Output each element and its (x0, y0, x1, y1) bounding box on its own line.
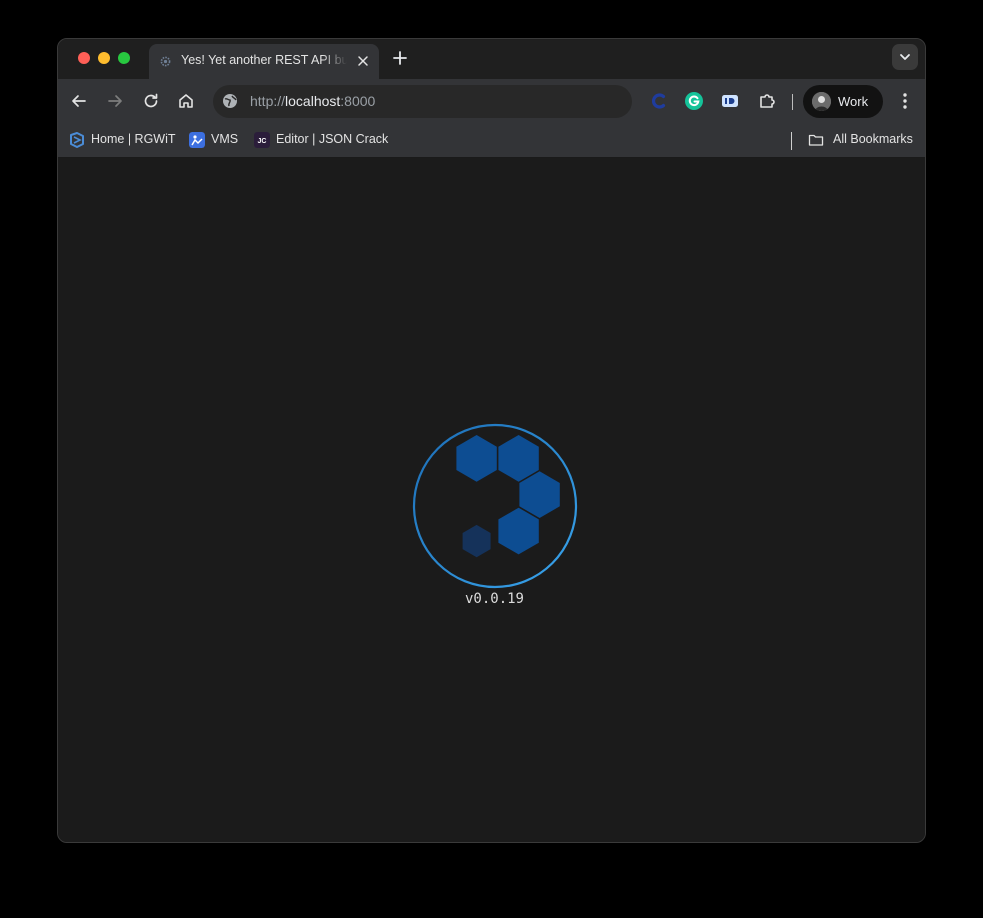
toolbar: http://localhost:8000 Work (58, 79, 925, 123)
id-extension-icon[interactable] (719, 90, 741, 112)
grammarly-icon[interactable] (683, 90, 705, 112)
bookmark-json-crack[interactable]: JC Editor | JSON Crack (254, 131, 394, 149)
browser-window: Yes! Yet another REST API builder (57, 38, 926, 843)
url-text[interactable]: http://localhost:8000 (250, 93, 375, 109)
url-host: localhost (285, 93, 341, 109)
person-icon (812, 92, 831, 111)
folder-icon (808, 134, 824, 146)
bookmark-vms[interactable]: VMS (189, 131, 244, 149)
rgwit-icon (70, 132, 84, 148)
close-window-button[interactable] (78, 52, 90, 64)
address-bar[interactable]: http://localhost:8000 (213, 85, 632, 118)
hexagon (498, 507, 539, 555)
hexagon (519, 471, 560, 518)
home-button[interactable] (175, 90, 197, 112)
toolbar-separator (792, 94, 793, 110)
all-bookmarks-button[interactable]: All Bookmarks (808, 131, 918, 149)
bookmarks-separator (791, 132, 792, 150)
tab-strip: Yes! Yet another REST API builder (58, 39, 925, 79)
vms-icon (189, 132, 205, 148)
reload-button[interactable] (140, 90, 162, 112)
bookmark-home-rgwit[interactable]: Home | RGWiT (69, 131, 179, 149)
gear-icon (160, 56, 171, 67)
menu-button[interactable] (896, 90, 914, 112)
page-content: v0.0.19 (58, 159, 925, 842)
hexagon (456, 435, 497, 482)
forward-button[interactable] (104, 90, 126, 112)
all-bookmarks-label: All Bookmarks (833, 132, 913, 146)
puzzle-icon[interactable] (756, 90, 778, 112)
svg-text:JC: JC (258, 138, 267, 145)
bookmark-label: VMS (211, 132, 239, 146)
bookmarks-bar: Home | RGWiT VMS JC Editor | JSON Crack … (58, 123, 925, 158)
back-button[interactable] (68, 90, 90, 112)
bookmark-label: Editor | JSON Crack (276, 132, 389, 146)
hexagon (498, 435, 539, 482)
c-extension-icon[interactable] (648, 90, 670, 112)
profile-button[interactable]: Work (803, 85, 883, 118)
minimize-window-button[interactable] (98, 52, 110, 64)
jsoncrack-icon: JC (254, 132, 270, 148)
tab-search-button[interactable] (892, 44, 918, 70)
new-tab-button[interactable] (391, 49, 409, 67)
loading-spinner (412, 423, 578, 589)
avatar (812, 92, 831, 111)
version-label: v0.0.19 (464, 591, 524, 607)
close-icon[interactable] (355, 53, 371, 69)
tab-title: Yes! Yet another REST API builder (181, 53, 347, 67)
url-port: :8000 (340, 93, 376, 109)
globe-icon[interactable] (222, 93, 238, 109)
tab-active[interactable]: Yes! Yet another REST API builder (149, 44, 379, 79)
chevron-down-icon (900, 54, 910, 60)
profile-name: Work (838, 94, 869, 109)
maximize-window-button[interactable] (118, 52, 130, 64)
bookmark-label: Home | RGWiT (91, 132, 176, 146)
hexagon-faded (462, 524, 491, 558)
url-scheme: http:// (250, 93, 286, 109)
